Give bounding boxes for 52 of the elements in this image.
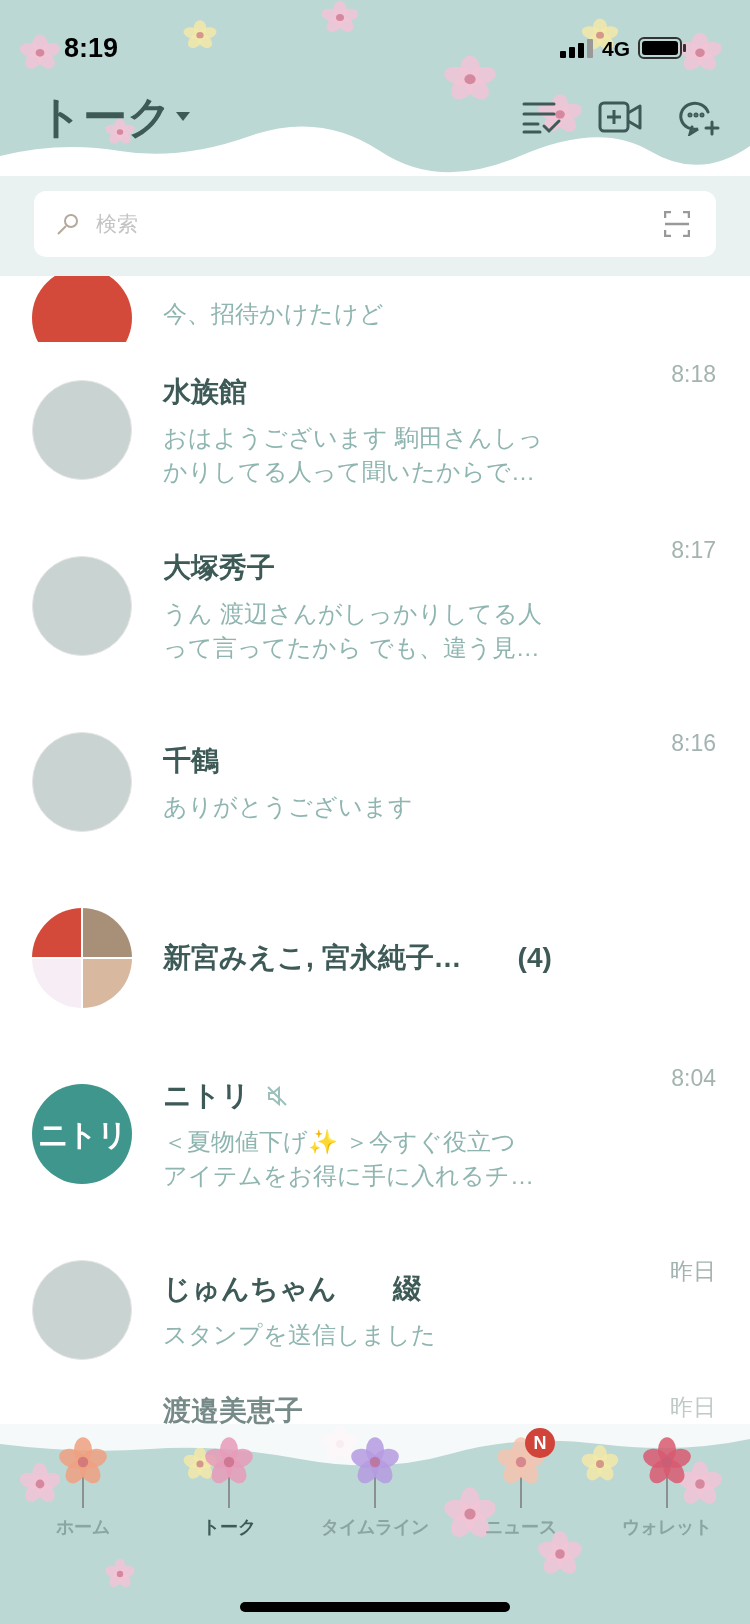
flower-drawing [205,1437,253,1484]
chat-name: 水族館 [163,375,247,410]
flower-drawing [59,1437,107,1484]
flower-drawing [351,1437,399,1484]
scan-icon[interactable] [664,211,690,237]
member-count: (4) [517,941,552,975]
message-preview: ありがとうございます [163,792,414,823]
flower-drawing [444,55,496,100]
search-icon [56,212,80,236]
chat-row[interactable]: 千鶴 8:16 ありがとうございます [0,694,750,870]
chat-time: 8:17 [671,536,716,566]
flower-drawing [183,20,217,49]
flower-drawing [538,94,582,132]
message-preview: 今、招待かけたけど [163,299,384,329]
chat-name: 大塚秀子 [163,551,275,586]
chat-time: 8:04 [671,1064,716,1094]
flower-drawing [321,0,359,32]
chat-row[interactable]: 大塚秀子 8:17 うん 渡辺さんがしっかりしてる人 って言ってたから でも、違う見… [0,518,750,694]
message-preview: おはようございます 駒田さんしっ [163,423,544,454]
message-preview: かりしてる人って聞いたからで… [163,457,536,487]
flower-drawing [643,1437,691,1484]
chat-name: ニトリ [163,1079,250,1114]
flower-drawing [19,34,61,69]
title-dropdown[interactable]: トーク [38,94,190,139]
flower-drawing [678,1461,722,1504]
logo-text: ニトリ [37,1116,127,1153]
chat-name: 新宮みえこ, 宮永純子… [163,941,462,975]
chat-name: じゅんちゃん 綴 [163,1272,421,1307]
chat-time: 8:16 [671,729,716,759]
message-preview: って言ってたから でも、違う見… [163,633,541,663]
message-preview: スタンプを送信しました [163,1320,437,1351]
flower-drawing [19,1463,61,1502]
message-preview: うん 渡辺さんがしっかりしてる人 [163,599,543,630]
search-field[interactable]: 検索 [34,191,716,257]
network-label: 4G [602,35,630,62]
chat-time: 8:18 [671,360,716,390]
chat-row[interactable]: 水族館 8:18 おはようございます 駒田さんしっ かりしてる人って聞いたからで… [0,342,750,518]
chat-row[interactable]: ニトリ ニトリ 8:04 ＜夏物値下げ✨ ＞今すぐ役立つ アイテムをお得に手に入れるチ… [0,1046,750,1222]
chat-name: 千鶴 [163,744,219,779]
signal-icon [560,38,594,59]
chat-row[interactable]: 新宮みえこ, 宮永純子… (4) [0,870,750,1046]
message-preview: アイテムをお得に手に入れるチ… [163,1161,535,1191]
status-time: 8:19 [64,32,119,65]
chat-time: 昨日 [670,1257,716,1287]
caret-icon [176,111,190,122]
battery-icon [638,37,686,60]
video-add-icon[interactable] [598,99,642,134]
message-preview: ＜夏物値下げ✨ ＞今すぐ役立つ [163,1127,517,1158]
flower-drawing [678,32,722,71]
flower-drawing [581,1445,619,1481]
chat-time: 昨日 [670,1393,716,1422]
flower-drawing [105,1558,135,1588]
